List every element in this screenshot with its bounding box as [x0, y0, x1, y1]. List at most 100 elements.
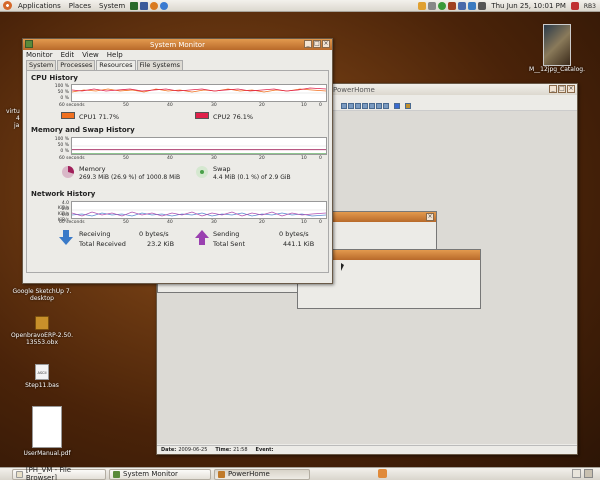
tab-file-systems[interactable]: File Systems	[136, 60, 184, 70]
update-notifier-icon[interactable]	[378, 469, 387, 478]
net-x-tick: 60 seconds	[59, 220, 85, 225]
system-monitor-icon	[113, 470, 120, 478]
user-name[interactable]: RB3	[580, 3, 600, 10]
total-sent-value: 441.1 KiB	[283, 240, 315, 248]
weather-icon[interactable]	[458, 2, 467, 10]
maximize-button[interactable]: □	[313, 40, 321, 48]
toolbar-icon-2[interactable]	[348, 103, 354, 109]
network-history-graph	[71, 201, 327, 219]
dialog-1-close-button[interactable]: ×	[426, 213, 434, 221]
powerhome-app-icon	[218, 470, 225, 478]
tab-resources[interactable]: Resources	[96, 60, 136, 70]
receiving-label: Receiving	[79, 230, 111, 238]
total-received-value: 23.2 KiB	[147, 240, 175, 248]
cpu-x-tick: 10	[301, 103, 307, 108]
taskbar-label: [PH_VM - File Browser]	[25, 466, 72, 480]
cpu1-value: 71.7%	[98, 113, 120, 121]
menu-view[interactable]: View	[82, 51, 99, 59]
time-label: Time:	[215, 447, 232, 453]
cpu2-legend: CPU2 76.1%	[213, 113, 253, 121]
clock[interactable]: Thu Jun 25, 10:01 PM	[487, 2, 570, 10]
menu-monitor[interactable]: Monitor	[26, 51, 53, 59]
help-launcher-icon[interactable]	[160, 1, 169, 10]
resources-panel: CPU History 100 % 50 % 0 % 60 seconds 50…	[26, 70, 329, 273]
minimize-button[interactable]: _	[304, 40, 312, 48]
minimize-button[interactable]: _	[549, 85, 557, 93]
exit-icon[interactable]	[405, 103, 411, 109]
cpu-graph-svg	[72, 87, 326, 94]
window-menu-icon[interactable]	[25, 40, 33, 48]
tab-processes[interactable]: Processes	[57, 60, 96, 70]
network-graph-svg	[72, 209, 326, 217]
menu-bar: Monitor Edit View Help	[23, 50, 332, 60]
receiving-value: 0 bytes/s	[139, 230, 169, 238]
places-menu[interactable]: Places	[65, 0, 95, 12]
image-thumbnail-icon	[543, 24, 571, 66]
cpu-x-tick: 20	[259, 103, 265, 108]
system-monitor-title: System Monitor	[150, 40, 205, 49]
desktop-icon-catalog[interactable]: M__12jpg_Catalog.	[522, 24, 592, 73]
mem-x-tick: 0	[319, 156, 322, 161]
mail-icon[interactable]	[448, 2, 457, 10]
sending-arrow-icon[interactable]	[195, 230, 209, 246]
toolbar-icon-6[interactable]	[376, 103, 382, 109]
toolbar-icon-7[interactable]	[383, 103, 389, 109]
mouse-cursor-icon	[341, 263, 344, 271]
calculator-launcher-icon[interactable]	[130, 1, 139, 10]
taskbar-item-powerhome[interactable]: PowerHome	[214, 468, 310, 480]
memory-value: 269.3 MiB (26.9 %) of 1000.8 MiB	[79, 174, 181, 181]
toolbar-icon-1[interactable]	[341, 103, 347, 109]
trash-icon[interactable]	[584, 469, 593, 478]
applet-icon[interactable]	[428, 2, 437, 10]
sending-line	[72, 211, 326, 217]
desktop-icon-step11[interactable]: ASCII Step11.bas	[14, 364, 70, 389]
swap-label: Swap	[213, 165, 231, 173]
memory-pie-icon[interactable]	[61, 165, 75, 179]
toolbar-icon-4[interactable]	[362, 103, 368, 109]
cpu2-color-swatch[interactable]	[195, 112, 209, 119]
text-file-icon: ASCII	[35, 364, 49, 380]
memory-label: Memory	[79, 165, 106, 173]
menu-edit[interactable]: Edit	[61, 51, 75, 59]
shutdown-icon[interactable]	[570, 2, 579, 10]
notification-icon[interactable]	[418, 2, 427, 10]
terminal-launcher-icon[interactable]	[140, 1, 149, 10]
taskbar-label: PowerHome	[228, 470, 270, 478]
desktop-icon-usermanual[interactable]: UserManual.pdf	[14, 406, 80, 457]
network-status-icon[interactable]	[438, 2, 447, 10]
close-button[interactable]: ×	[567, 85, 575, 93]
desktop-icon-sketchup[interactable]: Google SketchUp 7. desktop	[4, 288, 80, 302]
toolbar-icon-3[interactable]	[355, 103, 361, 109]
cpu1-color-swatch[interactable]	[61, 112, 75, 119]
taskbar-item-file-browser[interactable]: [PH_VM - File Browser]	[12, 466, 106, 480]
ubuntu-logo-icon[interactable]	[3, 1, 12, 10]
help-icon[interactable]	[394, 103, 400, 109]
close-button[interactable]: ×	[322, 40, 330, 48]
cpu-y-tick-0: 0 %	[60, 96, 69, 101]
volume-icon[interactable]	[478, 2, 487, 10]
menu-help[interactable]: Help	[107, 51, 123, 59]
system-menu[interactable]: System	[95, 0, 129, 12]
firefox-launcher-icon[interactable]	[150, 1, 159, 10]
bluetooth-icon[interactable]	[468, 2, 477, 10]
maximize-button[interactable]: □	[558, 85, 566, 93]
taskbar-item-system-monitor[interactable]: System Monitor	[109, 468, 211, 480]
system-monitor-titlebar[interactable]: System Monitor _ □ ×	[23, 39, 332, 50]
folder-icon	[16, 470, 23, 478]
total-received-label: Total Received	[79, 240, 126, 248]
cpu-history-title: CPU History	[31, 74, 78, 82]
cpu-x-tick: 40	[167, 103, 173, 108]
pdf-document-icon	[32, 406, 62, 448]
workspace-switcher-icon[interactable]	[572, 469, 581, 478]
date-label: Date:	[161, 447, 177, 453]
applications-menu[interactable]: Applications	[14, 0, 65, 12]
tab-system[interactable]: System	[26, 60, 57, 70]
cpu1-legend: CPU1 71.7%	[79, 113, 119, 121]
desktop-icon-openbravo[interactable]: OpenbravoERP-2.50. 13553.obx	[4, 316, 80, 346]
receiving-arrow-icon[interactable]	[59, 230, 73, 246]
mem-x-tick: 10	[301, 156, 307, 161]
swap-pie-icon[interactable]	[195, 165, 209, 179]
package-icon	[35, 316, 49, 330]
toolbar-icon-5[interactable]	[369, 103, 375, 109]
mem-x-tick: 40	[167, 156, 173, 161]
